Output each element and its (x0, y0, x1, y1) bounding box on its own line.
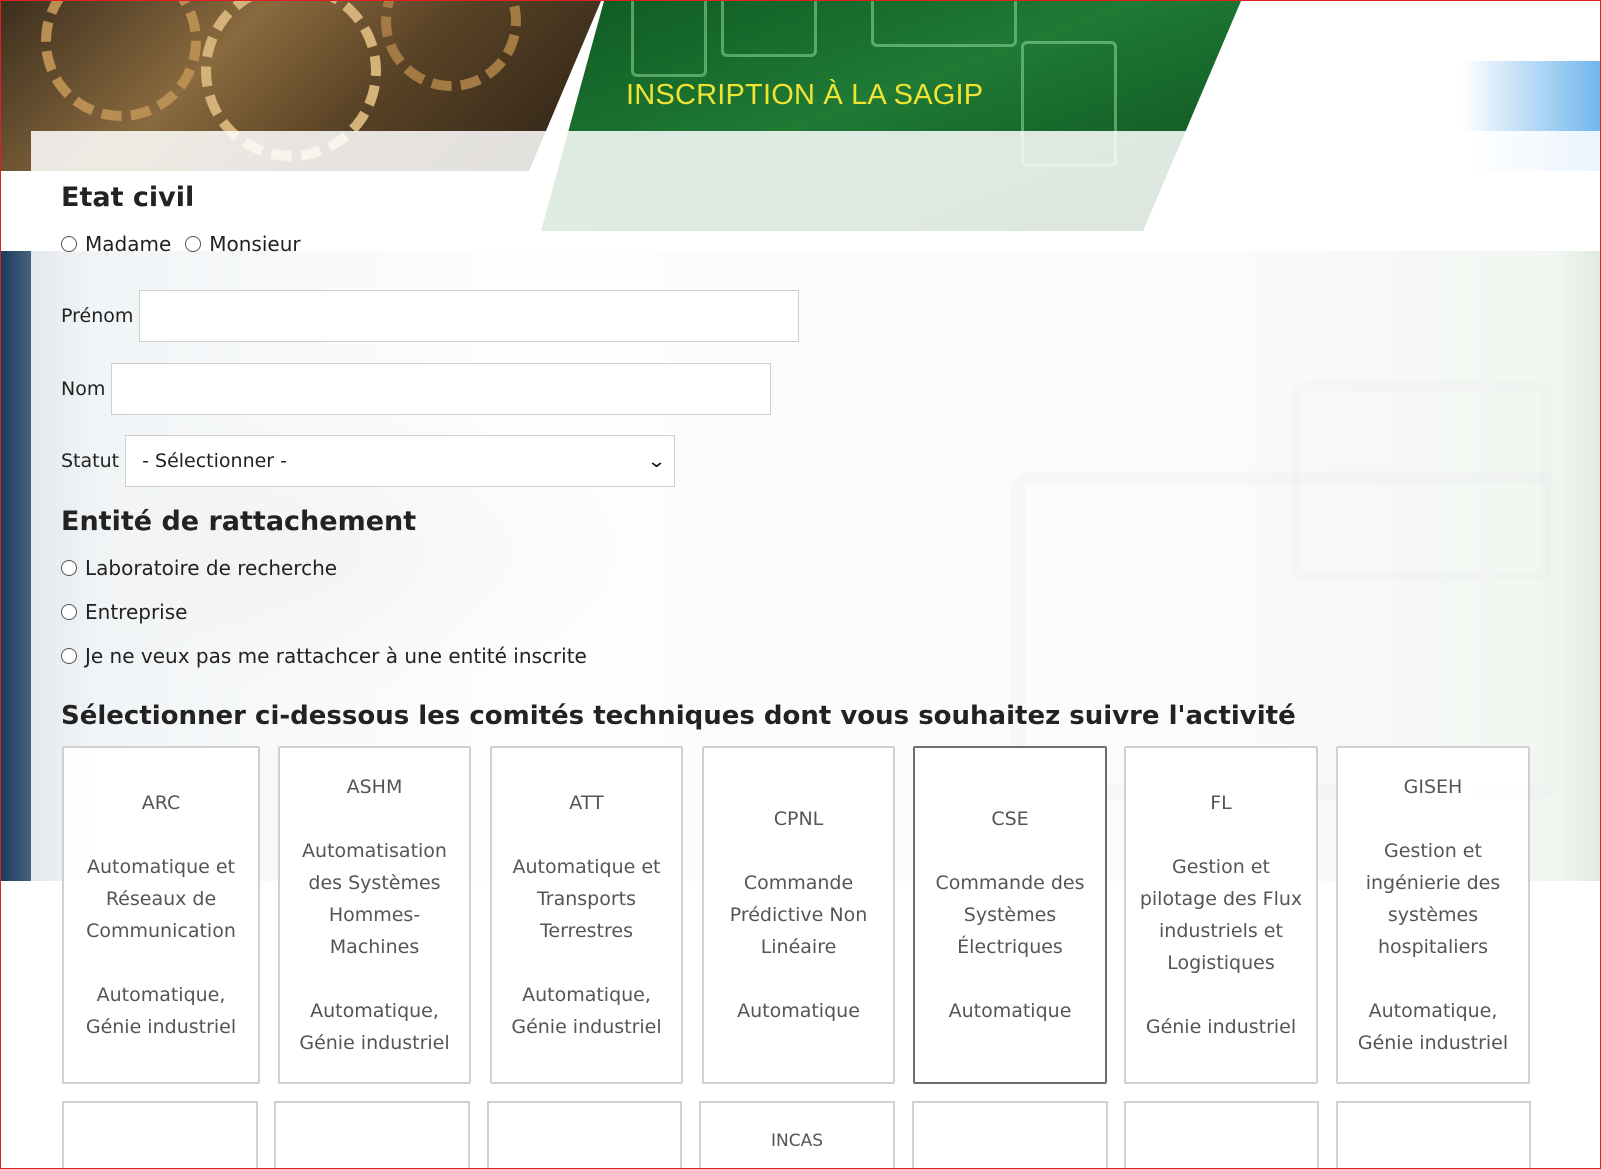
radio-madame[interactable] (61, 236, 77, 252)
entite-heading: Entité de rattachement (61, 506, 417, 537)
comite-code: GISEH (1403, 776, 1463, 798)
comite-code: ARC (141, 792, 181, 814)
comite-domain: Automatique, Génie industriel (299, 1000, 450, 1054)
etat-civil-options: Madame Monsieur (61, 232, 315, 256)
entite-option-aucune: Je ne veux pas me rattachcer à une entit… (61, 644, 587, 668)
comite-name: Automatisation des Systèmes Hommes-Machi… (302, 840, 447, 958)
statut-selected-value: - Sélectionner - (142, 450, 288, 472)
radio-label-entreprise: Entreprise (85, 600, 188, 624)
etat-civil-heading: Etat civil (61, 182, 195, 213)
entite-option-laboratoire: Laboratoire de recherche (61, 556, 337, 580)
page-frame: INSCRIPTION À LA SAGIP Etat civil Madame… (0, 0, 1601, 1169)
comite-code: ASHM (346, 776, 403, 798)
statut-row: Statut - Sélectionner - ⌄ (61, 435, 676, 487)
comite-domain: Génie industriel (1145, 1016, 1297, 1038)
comite-domain: Automatique, Génie industriel (1357, 1000, 1509, 1054)
comite-code: INCAS (770, 1131, 824, 1151)
nom-input[interactable] (111, 363, 772, 415)
comite-card-row2-2[interactable] (274, 1101, 470, 1168)
nom-label: Nom (61, 378, 106, 400)
radio-label-aucune: Je ne veux pas me rattachcer à une entit… (85, 644, 587, 668)
comite-name: Automatique et Transports Terrestres (512, 856, 661, 942)
comite-card-row2-7[interactable] (1336, 1101, 1531, 1168)
comite-code: ATT (569, 792, 604, 814)
comite-name: Commande des Systèmes Électriques (935, 872, 1085, 958)
comite-card-row2-6[interactable] (1124, 1101, 1319, 1168)
comite-card-cpnl[interactable]: CPNL Commande Prédictive Non Linéaire Au… (702, 746, 895, 1084)
statut-select[interactable]: - Sélectionner - ⌄ (125, 435, 676, 487)
comites-heading: Sélectionner ci-dessous les comités tech… (61, 701, 1296, 731)
comite-domain: Automatique, Génie industriel (85, 984, 237, 1038)
comite-card-giseh[interactable]: GISEH Gestion et ingénierie des systèmes… (1336, 746, 1530, 1084)
radio-entreprise[interactable] (61, 604, 77, 620)
prenom-input[interactable] (139, 290, 800, 342)
prenom-row: Prénom (61, 290, 800, 342)
chevron-down-icon: ⌄ (646, 450, 667, 472)
radio-label-madame: Madame (85, 232, 172, 256)
comite-name: Gestion et ingénierie des systèmes hospi… (1365, 840, 1501, 958)
radio-aucune[interactable] (61, 648, 77, 664)
radio-laboratoire[interactable] (61, 560, 77, 576)
comite-card-row2-5[interactable] (912, 1101, 1108, 1168)
comite-domain: Automatique (737, 1000, 860, 1022)
statut-label: Statut (61, 450, 120, 472)
comite-name: Automatique et Réseaux de Communication (86, 856, 236, 942)
comite-card-incas[interactable]: INCAS (699, 1101, 895, 1168)
comite-name: Commande Prédictive Non Linéaire (729, 872, 868, 958)
comite-code: CPNL (773, 808, 824, 830)
radio-monsieur[interactable] (185, 236, 202, 252)
radio-label-monsieur: Monsieur (209, 232, 301, 256)
comite-card-ashm[interactable]: ASHM Automatisation des Systèmes Hommes-… (278, 746, 471, 1084)
entite-option-entreprise: Entreprise (61, 600, 187, 624)
prenom-label: Prénom (61, 305, 134, 327)
comite-card-att[interactable]: ATT Automatique et Transports Terrestres… (490, 746, 683, 1084)
comite-card-fl[interactable]: FL Gestion et pilotage des Flux industri… (1124, 746, 1318, 1084)
comite-code: CSE (991, 808, 1029, 830)
comite-card-row2-1[interactable] (62, 1101, 258, 1168)
comite-domain: Automatique, Génie industriel (511, 984, 662, 1038)
comite-domain: Automatique (948, 1000, 1072, 1022)
nom-row: Nom (61, 363, 772, 415)
radio-label-laboratoire: Laboratoire de recherche (85, 556, 338, 580)
comite-name: Gestion et pilotage des Flux industriels… (1139, 856, 1303, 974)
comite-card-arc[interactable]: ARC Automatique et Réseaux de Communicat… (62, 746, 260, 1084)
comite-code: FL (1210, 792, 1232, 814)
comite-card-cse[interactable]: CSE Commande des Systèmes Électriques Au… (913, 746, 1107, 1084)
comite-card-row2-3[interactable] (487, 1101, 682, 1168)
